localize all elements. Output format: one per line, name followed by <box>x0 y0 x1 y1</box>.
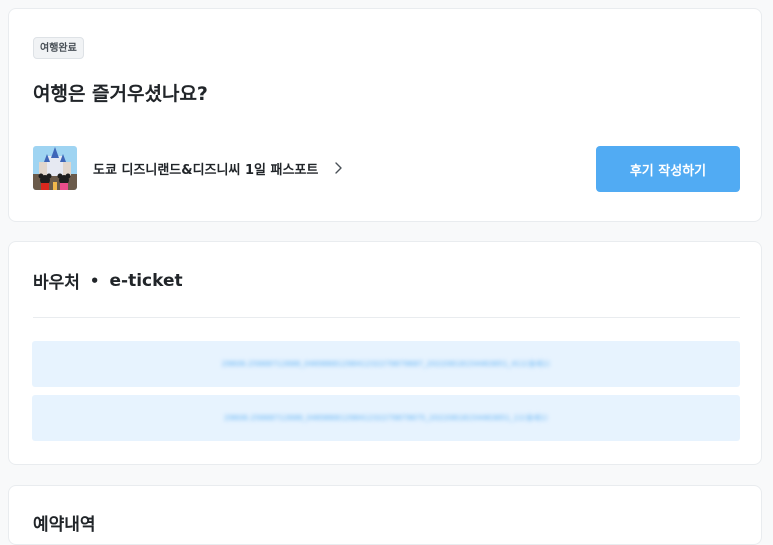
eticket-filename: 29606.25668712688_0469868129841232279879… <box>221 360 551 368</box>
product-name: 도쿄 디즈니랜드&디즈니씨 1일 패스포트 <box>93 162 319 178</box>
eticket-link[interactable]: 29606.25668712688_0469868129841232279879… <box>32 341 740 387</box>
booking-title: 예약내역 <box>33 515 96 535</box>
trip-title: 여행은 즐거우셨나요? <box>33 83 208 105</box>
voucher-card: 바우처 • e-ticket 29606.25668712688_0469868… <box>8 241 762 465</box>
title-separator: • <box>89 271 100 290</box>
booking-details-card: 예약내역 <box>8 485 762 545</box>
eticket-link[interactable]: 29606.25668712688_0469868129841232279879… <box>32 395 740 441</box>
eticket-filename: 29606.25668712688_0469868129841232279879… <box>224 414 548 422</box>
voucher-heading: 바우처 • e-ticket <box>33 268 183 294</box>
write-review-button[interactable]: 후기 작성하기 <box>596 146 740 192</box>
chevron-right-icon <box>335 162 343 174</box>
product-thumbnail <box>33 146 77 190</box>
divider <box>33 317 740 318</box>
trip-status-badge: 여행완료 <box>33 37 84 59</box>
voucher-subtitle: e-ticket <box>109 270 183 291</box>
product-link[interactable]: 도쿄 디즈니랜드&디즈니씨 1일 패스포트 <box>33 145 346 191</box>
trip-complete-card: 여행완료 여행은 즐거우셨나요? 도쿄 디즈니랜드&디즈니씨 1일 패스포트 후… <box>8 8 762 222</box>
voucher-title: 바우처 <box>33 273 80 293</box>
